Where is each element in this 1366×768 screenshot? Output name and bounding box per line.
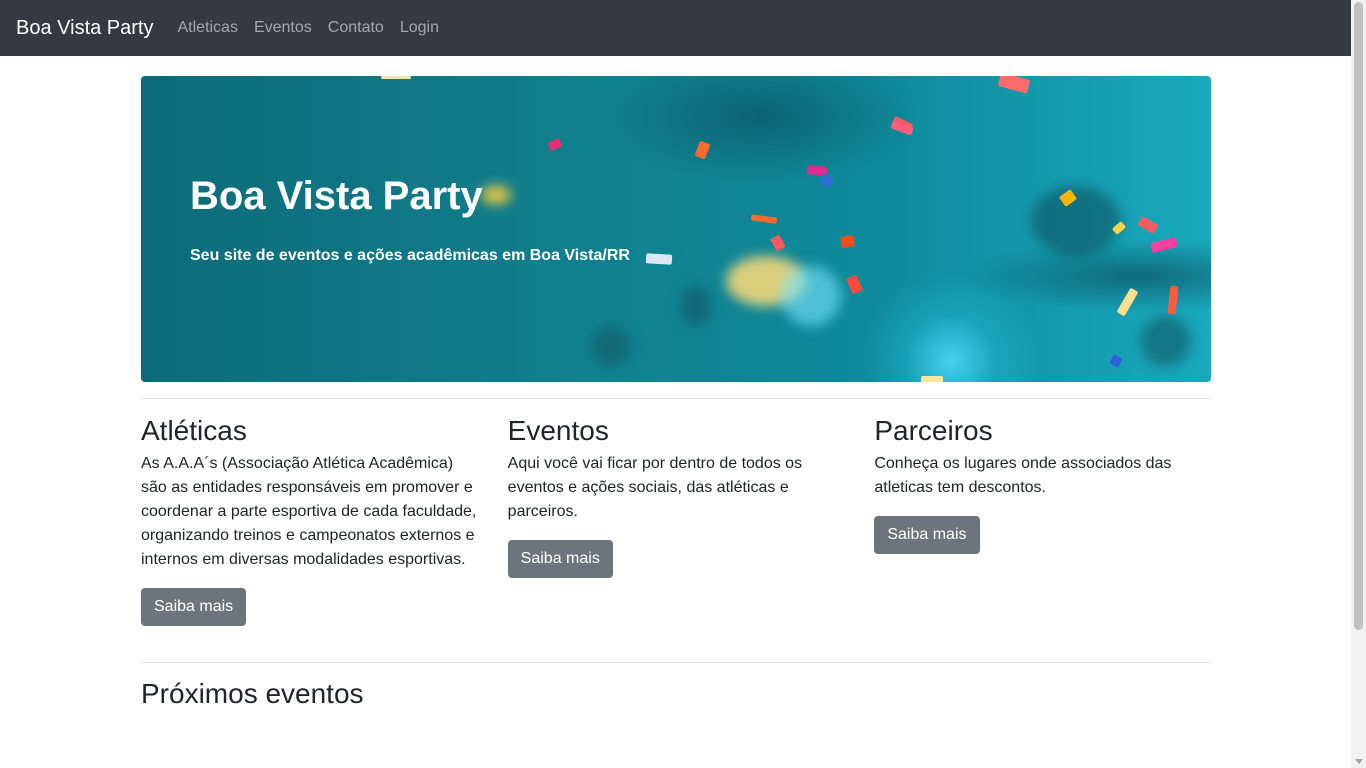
confetti-piece [1167,285,1179,315]
column-title: Eventos [507,415,609,446]
vertical-scrollbar[interactable] [1351,0,1366,768]
confetti-piece [381,76,411,79]
confetti-piece [770,234,786,252]
bokeh-blob [781,266,841,326]
confetti-piece [845,274,864,295]
divider [141,398,1211,399]
column-text: Aqui você vai ficar por dentro de todos … [507,455,803,520]
nav-link-atleticas[interactable]: Atleticas [169,19,245,37]
bokeh-blob [481,186,511,204]
saiba-mais-atleticas-button[interactable]: Saiba mais [141,588,247,626]
bokeh-blob [681,286,711,326]
confetti-piece [1116,287,1139,317]
navbar: Boa Vista Party Atleticas Eventos Contat… [0,0,1351,56]
column-text: As A.A.A´s (Associação Atlética Acadêmic… [141,455,477,568]
bokeh-blob [1141,316,1191,366]
bokeh-blob [591,326,631,366]
confetti-piece [547,137,563,152]
confetti-piece [921,376,943,382]
column-atleticas: Atléticas As A.A.A´s (Associação Atlétic… [141,412,478,626]
divider [141,662,1211,663]
column-text: Conheça os lugares onde associados das a… [874,455,1172,496]
confetti-piece [1137,216,1159,234]
hero-subtitle: Seu site de eventos e ações acadêmicas e… [190,247,630,264]
feature-columns: Atléticas As A.A.A´s (Associação Atlétic… [141,412,1211,626]
scroll-down-arrow-icon[interactable] [1355,759,1363,764]
main-container: Boa Vista Party Seu site de eventos e aç… [141,76,1211,709]
column-eventos: Eventos Aqui você vai ficar por dentro d… [507,412,845,626]
column-parceiros: Parceiros Conheça os lugares onde associ… [874,412,1211,626]
column-title: Parceiros [874,415,993,446]
nav-link-eventos[interactable]: Eventos [246,19,320,37]
hero-title: Boa Vista Party [190,174,483,218]
nav-link-login[interactable]: Login [392,19,447,37]
saiba-mais-parceiros-button[interactable]: Saiba mais [874,516,980,554]
confetti-piece [1109,354,1123,368]
confetti-piece [1150,236,1178,254]
confetti-piece [840,234,855,249]
confetti-piece [997,76,1031,94]
upcoming-events-title: Próximos eventos [141,678,364,709]
saiba-mais-eventos-button[interactable]: Saiba mais [507,540,613,578]
nav-link-contato[interactable]: Contato [320,19,392,37]
navbar-brand[interactable]: Boa Vista Party [16,17,153,40]
confetti-piece [694,140,711,160]
hero-banner: Boa Vista Party Seu site de eventos e aç… [141,76,1211,382]
confetti-piece [645,253,673,265]
confetti-piece [750,214,778,224]
confetti-piece [819,173,835,189]
scrollbar-thumb[interactable] [1354,2,1363,630]
column-title: Atléticas [141,415,247,446]
